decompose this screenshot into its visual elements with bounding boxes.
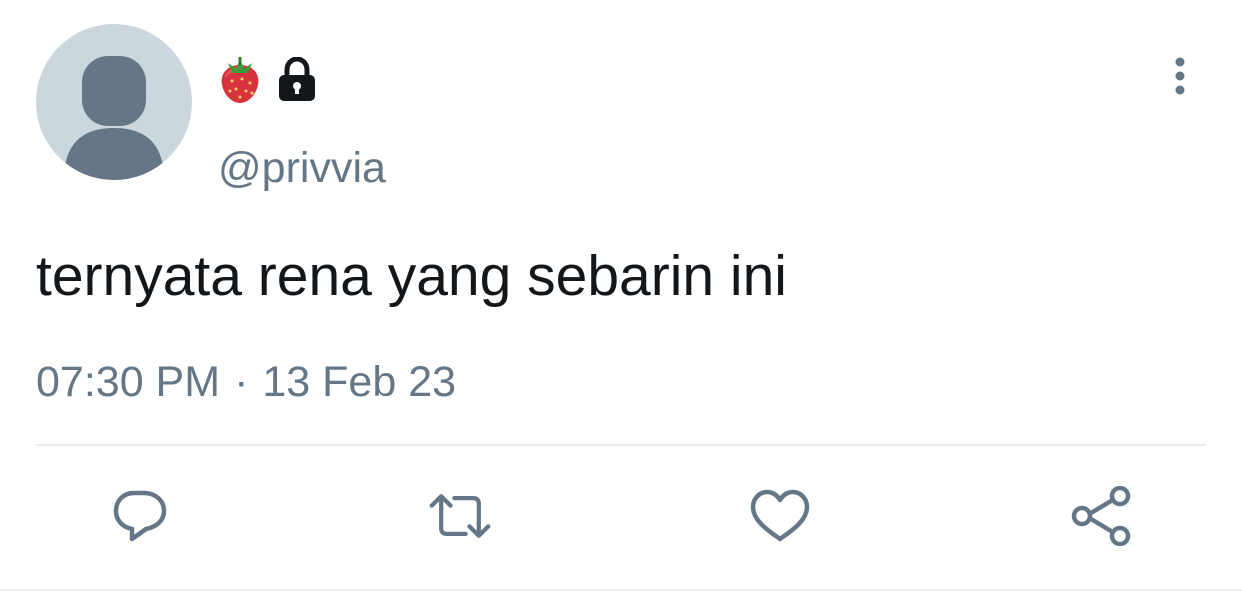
tweet-timestamp[interactable]: 07:30 PM · 13 Feb 23: [36, 352, 456, 412]
user-handle[interactable]: @privvia: [218, 140, 386, 196]
display-name: [218, 54, 318, 106]
share-button[interactable]: [1070, 484, 1134, 548]
strawberry-icon: [218, 55, 262, 105]
tweet-date: 13 Feb 23: [262, 358, 457, 406]
bottom-divider: [0, 589, 1242, 591]
default-avatar-icon: [64, 56, 164, 180]
avatar[interactable]: [36, 24, 192, 180]
retweet-icon: [429, 494, 491, 538]
meta-separator: ·: [234, 358, 249, 406]
tweet-text: ternyata rena yang sebarin ini: [36, 244, 787, 308]
heart-icon: [750, 489, 810, 542]
more-options-button[interactable]: [1160, 52, 1200, 100]
reply-icon: [113, 490, 167, 542]
tweet-time: 07:30 PM: [36, 358, 221, 406]
lock-icon: [276, 57, 318, 103]
divider: [36, 444, 1206, 446]
more-vertical-icon: [1175, 57, 1185, 95]
tweet-card: @privvia ternyata rena yang sebarin ini …: [0, 0, 1242, 609]
share-icon: [1071, 486, 1131, 546]
like-button[interactable]: [748, 484, 812, 548]
reply-button[interactable]: [108, 484, 172, 548]
retweet-button[interactable]: [428, 484, 492, 548]
